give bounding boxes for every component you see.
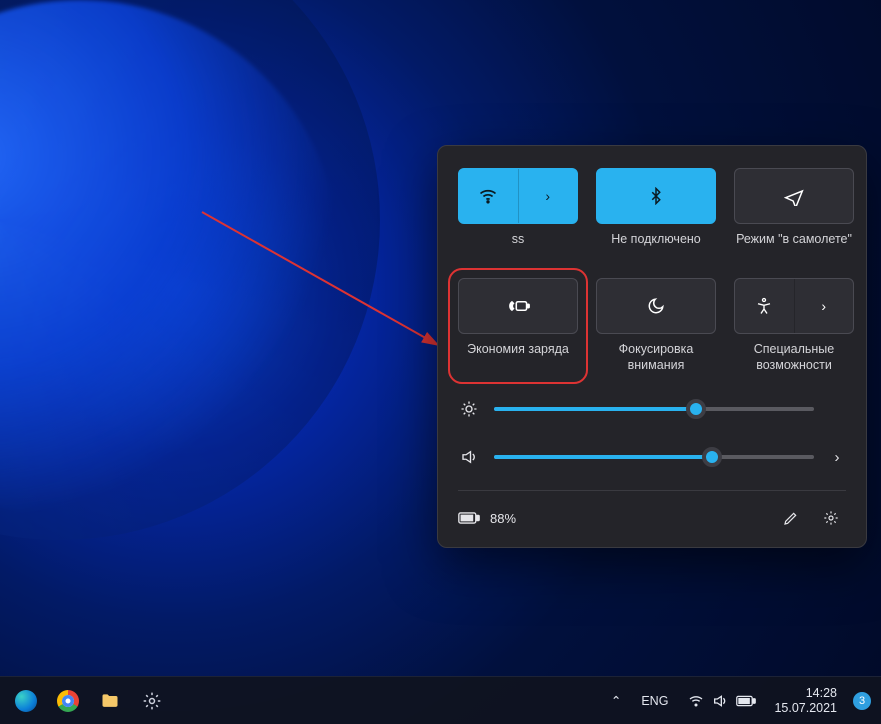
wifi-toggle[interactable]: › xyxy=(458,168,578,224)
volume-icon xyxy=(712,693,728,709)
bluetooth-toggle[interactable] xyxy=(596,168,716,224)
tile-airplane: Режим "в самолете" xyxy=(734,168,854,264)
taskbar-app-chrome[interactable] xyxy=(52,685,84,717)
airplane-toggle[interactable] xyxy=(734,168,854,224)
notification-count: 3 xyxy=(859,695,865,707)
gear-icon xyxy=(823,510,839,526)
tile-focus: Фокусировка внимания xyxy=(596,278,716,374)
accessibility-icon xyxy=(735,279,794,333)
quick-settings-grid: › ss Не подключено Режим "в самолете" xyxy=(458,168,846,374)
taskbar-left xyxy=(10,685,168,717)
tile-wifi: › ss xyxy=(458,168,578,264)
panel-footer: 88% xyxy=(458,490,846,533)
battery-percentage[interactable]: 88% xyxy=(490,511,516,526)
wifi-icon xyxy=(459,169,518,223)
airplane-label: Режим "в самолете" xyxy=(736,232,852,264)
volume-fill xyxy=(494,455,712,459)
folder-icon xyxy=(100,691,120,711)
chevron-up-icon: ⌃ xyxy=(611,693,621,708)
chrome-icon xyxy=(57,690,79,712)
taskbar: ⌃ ENG 14:28 15.07.2021 3 xyxy=(0,676,881,724)
wifi-expand-button[interactable]: › xyxy=(518,169,578,223)
quick-settings-panel: › ss Не подключено Режим "в самолете" xyxy=(437,145,867,548)
focus-toggle[interactable] xyxy=(596,278,716,334)
chevron-right-icon: › xyxy=(835,449,840,466)
sliders-section: › xyxy=(458,400,846,466)
tray-overflow-button[interactable]: ⌃ xyxy=(605,685,627,717)
edit-quick-settings-button[interactable] xyxy=(776,503,806,533)
airplane-icon xyxy=(784,186,804,206)
battery-saver-icon xyxy=(506,296,530,316)
taskbar-right: ⌃ ENG 14:28 15.07.2021 3 xyxy=(605,685,871,717)
wifi-icon xyxy=(688,693,704,709)
tile-battery-saver: Экономия заряда xyxy=(454,274,582,378)
volume-thumb xyxy=(702,447,722,467)
tile-accessibility: › Специальные возможности xyxy=(734,278,854,374)
accessibility-label: Специальные возможности xyxy=(734,342,854,374)
clock-date: 15.07.2021 xyxy=(774,701,837,715)
pencil-icon xyxy=(783,510,799,526)
focus-label: Фокусировка внимания xyxy=(596,342,716,374)
chevron-right-icon: › xyxy=(821,298,826,314)
annotation-arrow xyxy=(200,210,460,370)
volume-slider[interactable] xyxy=(494,455,814,459)
language-text: ENG xyxy=(641,694,668,708)
desktop-wallpaper xyxy=(0,0,440,600)
system-tray[interactable] xyxy=(682,685,762,717)
wifi-label: ss xyxy=(512,232,525,264)
brightness-fill xyxy=(494,407,696,411)
taskbar-app-edge[interactable] xyxy=(10,685,42,717)
tile-bluetooth: Не подключено xyxy=(596,168,716,264)
notification-badge[interactable]: 3 xyxy=(853,692,871,710)
battery-saver-label: Экономия заряда xyxy=(467,342,569,374)
gear-icon xyxy=(142,691,162,711)
chevron-right-icon: › xyxy=(545,188,550,204)
settings-button[interactable] xyxy=(816,503,846,533)
brightness-thumb xyxy=(686,399,706,419)
language-indicator[interactable]: ENG xyxy=(635,685,674,717)
bluetooth-icon xyxy=(647,187,665,205)
edge-icon xyxy=(15,690,37,712)
battery-icon xyxy=(736,695,756,707)
moon-icon xyxy=(647,297,665,315)
battery-icon xyxy=(458,511,480,525)
accessibility-expand-button[interactable]: › xyxy=(794,279,854,333)
taskbar-app-explorer[interactable] xyxy=(94,685,126,717)
volume-output-button[interactable]: › xyxy=(828,449,846,466)
brightness-row xyxy=(458,400,846,418)
taskbar-app-settings[interactable] xyxy=(136,685,168,717)
volume-icon xyxy=(458,448,480,466)
brightness-slider[interactable] xyxy=(494,407,814,411)
battery-saver-toggle[interactable] xyxy=(458,278,578,334)
accessibility-toggle[interactable]: › xyxy=(734,278,854,334)
taskbar-clock[interactable]: 14:28 15.07.2021 xyxy=(770,686,841,715)
volume-row: › xyxy=(458,448,846,466)
brightness-icon xyxy=(458,400,480,418)
bluetooth-label: Не подключено xyxy=(611,232,701,264)
clock-time: 14:28 xyxy=(806,686,837,700)
